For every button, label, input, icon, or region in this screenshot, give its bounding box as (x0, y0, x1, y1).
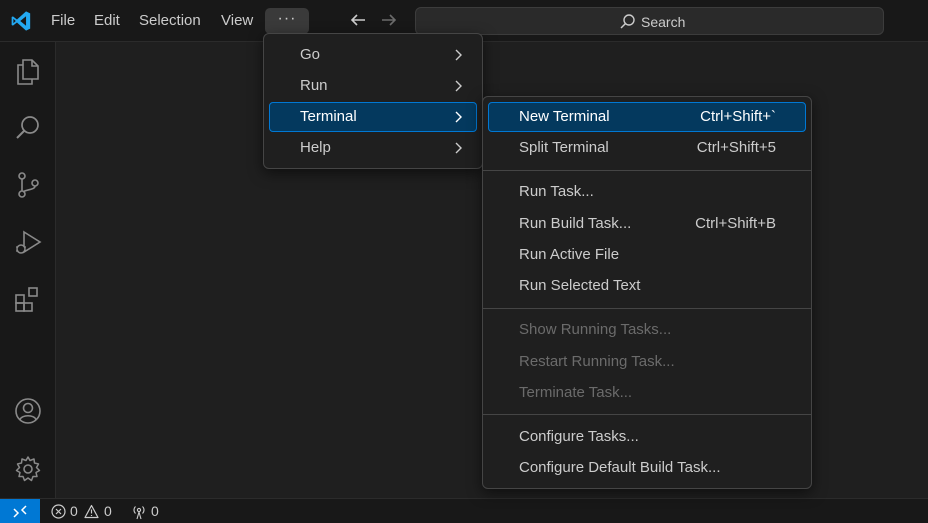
menu-item-label: Terminal (300, 108, 357, 125)
menu-item-label: Configure Tasks... (519, 428, 639, 445)
manage-gear-icon[interactable] (13, 454, 43, 484)
chevron-right-icon (455, 80, 462, 92)
menu-item-label: Go (300, 46, 321, 63)
error-count: 0 (70, 503, 78, 519)
forward-arrow-icon[interactable] (378, 9, 400, 31)
menu-separator (483, 414, 811, 415)
chevron-right-icon (455, 49, 462, 61)
back-arrow-icon[interactable] (347, 9, 369, 31)
menu-item-run-selected-text[interactable]: Run Selected Text (488, 271, 806, 301)
menu-item-run-active-file[interactable]: Run Active File (488, 240, 806, 270)
menu-edit[interactable]: Edit (88, 8, 126, 34)
terminal-submenu: New Terminal Ctrl+Shift+` Split Terminal… (482, 96, 812, 489)
menu-item-restart-running-task: Restart Running Task... (488, 347, 806, 377)
menu-item-label: Run Build Task... (519, 215, 632, 232)
menu-item-go[interactable]: Go (269, 40, 477, 70)
explorer-icon[interactable] (13, 56, 43, 86)
search-view-icon[interactable] (13, 113, 43, 143)
menu-item-shortcut: Ctrl+Shift+B (695, 215, 776, 232)
menu-item-run-build-task[interactable]: Run Build Task... Ctrl+Shift+B (488, 209, 806, 239)
warning-count: 0 (104, 503, 112, 519)
extensions-icon[interactable] (13, 285, 43, 315)
menu-item-shortcut: Ctrl+Shift+5 (696, 139, 776, 156)
ports-count: 0 (151, 503, 159, 519)
menu-item-run-task[interactable]: Run Task... (488, 177, 806, 207)
more-menus-button[interactable]: ··· (265, 8, 309, 34)
menu-item-label: Show Running Tasks... (519, 321, 672, 338)
menu-file[interactable]: File (45, 8, 81, 34)
menu-item-label: New Terminal (519, 108, 610, 125)
menu-item-help[interactable]: Help (269, 133, 477, 163)
menu-item-label: Run Task... (519, 183, 594, 200)
menu-item-label: Run Selected Text (519, 277, 641, 294)
run-and-debug-icon[interactable] (13, 228, 43, 258)
menu-item-terminate-task: Terminate Task... (488, 378, 806, 408)
chevron-right-icon (455, 111, 462, 123)
error-icon (51, 504, 66, 519)
accounts-icon[interactable] (13, 396, 43, 426)
menu-separator (483, 170, 811, 171)
menu-item-split-terminal[interactable]: Split Terminal Ctrl+Shift+5 (488, 133, 806, 163)
menu-selection[interactable]: Selection (133, 8, 207, 34)
menu-item-label: Run (300, 77, 328, 94)
menu-item-configure-default-build-task[interactable]: Configure Default Build Task... (488, 453, 806, 483)
broadcast-icon (133, 506, 145, 520)
problems-indicator[interactable]: 0 0 (51, 502, 113, 520)
vscode-logo-icon[interactable] (10, 10, 32, 32)
menu-item-label: Terminate Task... (519, 384, 633, 401)
warning-icon (84, 504, 99, 519)
menu-item-show-running-tasks: Show Running Tasks... (488, 315, 806, 345)
command-center-search[interactable]: Search (415, 7, 884, 35)
menu-item-run[interactable]: Run (269, 71, 477, 101)
menu-item-shortcut: Ctrl+Shift+` (700, 108, 776, 125)
menu-view[interactable]: View (215, 8, 259, 34)
menu-item-label: Run Active File (519, 246, 620, 263)
menu-separator (483, 308, 811, 309)
menu-item-label: Help (300, 139, 331, 156)
menu-item-new-terminal[interactable]: New Terminal Ctrl+Shift+` (488, 102, 806, 132)
status-bar: 0 0 0 (0, 498, 928, 523)
search-icon (620, 14, 635, 29)
menu-item-label: Configure Default Build Task... (519, 459, 721, 476)
source-control-icon[interactable] (13, 170, 43, 200)
activity-bar (0, 42, 56, 498)
menu-item-configure-tasks[interactable]: Configure Tasks... (488, 422, 806, 452)
ports-indicator[interactable]: 0 (131, 502, 163, 520)
more-menu: Go Run Terminal Help (263, 33, 483, 169)
remote-icon (13, 505, 27, 518)
remote-indicator[interactable] (0, 499, 40, 523)
menu-item-label: Restart Running Task... (519, 353, 675, 370)
menu-item-label: Split Terminal (519, 139, 609, 156)
search-label: Search (641, 14, 686, 30)
chevron-right-icon (455, 142, 462, 154)
menu-item-terminal[interactable]: Terminal (269, 102, 477, 132)
